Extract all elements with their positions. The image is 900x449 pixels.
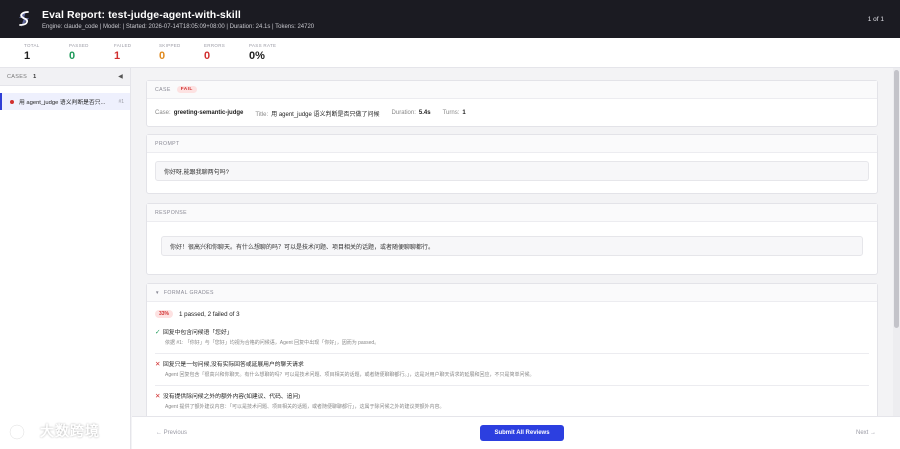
case-meta: Case: greeting-semantic-judge Title: 用 age… — [147, 99, 877, 127]
grade-title: 回复只是一句问候,没有实际回答或延展用户的聊天请求 — [163, 362, 304, 368]
stat-label: ERRORS — [204, 43, 226, 48]
grade-title: 回复中包含问候语「您好」 — [163, 330, 233, 336]
report-title: Eval Report: test-judge-agent-with-skill — [42, 8, 241, 21]
case-title-value: 用 agent_judge 语义判断是否只做了问候 — [271, 111, 380, 118]
grade-divider — [155, 353, 869, 354]
stat-value: 0% — [249, 50, 265, 62]
formal-grades-header[interactable]: ▼ FORMAL GRADES — [147, 284, 877, 302]
cross-icon: ✕ — [155, 360, 161, 368]
previous-button[interactable]: ← Previous — [156, 430, 187, 436]
case-turns: Turns: 1 — [443, 110, 466, 116]
vertical-scrollbar[interactable] — [893, 68, 900, 416]
stat-failed: FAILED 1 — [114, 38, 159, 67]
grade-detail: 依据 #1: 「你好」与「您好」均视为合格的问候语，Agent 回复中出现「你好… — [165, 340, 380, 346]
cases-sidebar: CASES 1 ◀ 用 agent_judge 语义判断是否只... #1 — [0, 68, 131, 449]
stat-passed: PASSED 0 — [69, 38, 114, 67]
stat-total: TOTAL 1 — [24, 38, 69, 67]
response-card-header: RESPONSE — [147, 204, 877, 222]
response-section-label: RESPONSE — [155, 209, 188, 216]
stat-label: SKIPPED — [159, 43, 181, 48]
stat-label: FAILED — [114, 43, 132, 48]
next-button[interactable]: Next → — [856, 430, 876, 436]
prompt-text: 你好呀,能跟我聊两句吗? — [155, 161, 869, 181]
case-turns-value: 1 — [462, 110, 466, 116]
stat-pass-rate: PASS RATE 0% — [249, 38, 294, 67]
case-duration: Duration: 5.4s — [392, 110, 431, 116]
stat-value: 1 — [114, 50, 121, 62]
case-id: Case: greeting-semantic-judge — [155, 110, 243, 116]
stat-label: PASS RATE — [249, 43, 277, 48]
case-turns-label: Turns: — [442, 110, 460, 116]
grade-title: 没有提供除问候之外的额外内容(如建议、代码、追问) — [163, 394, 301, 400]
sidebar-case-item[interactable]: 用 agent_judge 语义判断是否只... #1 — [0, 93, 130, 110]
prompt-section-label: PROMPT — [155, 140, 180, 147]
stat-value: 0 — [69, 50, 76, 62]
grade-item: ✓ 回复中包含问候语「您好」 依据 #1: 「你好」与「您好」均视为合格的问候语… — [147, 327, 877, 354]
prompt-card: PROMPT 你好呀,能跟我聊两句吗? — [146, 134, 878, 194]
grade-item: ✕ 没有提供除问候之外的额外内容(如建议、代码、追问) Agent 提供了额外建… — [147, 391, 877, 411]
grade-divider — [155, 385, 869, 386]
cases-label: CASES — [7, 73, 28, 80]
grade-detail: Agent 回复包含「很高兴和你聊天。有什么想聊的吗？可以是技术问题、项目相关的… — [165, 372, 535, 378]
submit-all-reviews-button[interactable]: Submit All Reviews — [480, 425, 564, 441]
response-card: RESPONSE 你好！很高兴和你聊天。有什么想聊的吗？可以是技术问题、项目相关… — [146, 203, 878, 275]
report-meta: Engine: claude_code | Model: | Started: … — [42, 23, 315, 30]
bolt-s-logo-icon — [19, 11, 29, 27]
stat-label: TOTAL — [24, 43, 40, 48]
case-title: Title: 用 agent_judge 语义判断是否只做了问候 — [255, 109, 379, 118]
pass-percent-badge: 33% — [155, 310, 174, 318]
scrollbar-thumb[interactable] — [894, 70, 899, 328]
collapse-sidebar-icon[interactable]: ◀ — [118, 73, 123, 80]
stat-value: 0 — [204, 50, 211, 62]
case-id-value: greeting-semantic-judge — [173, 110, 244, 116]
grade-detail: Agent 提供了额外建议内容：「可以是技术问题、项目相关的话题，或者随便聊聊都… — [165, 404, 445, 410]
response-text: 你好！很高兴和你聊天。有什么想聊的吗？可以是技术问题、项目相关的话题，或者随便聊… — [161, 236, 863, 256]
watermark: 大数跨境 — [8, 420, 100, 442]
grades-summary-text: 1 passed, 2 failed of 3 — [179, 310, 240, 318]
stat-errors: ERRORS 0 — [204, 38, 249, 67]
case-duration-label: Duration: — [391, 110, 416, 116]
watermark-text: 大数跨境 — [40, 423, 100, 439]
case-card-header: CASE FAIL — [147, 81, 877, 99]
case-item-number: #1 — [118, 98, 124, 105]
prompt-card-header: PROMPT — [147, 135, 877, 153]
formal-grades-label: FORMAL GRADES — [163, 289, 214, 296]
main-content[interactable]: CASE FAIL Case: greeting-semantic-judge T… — [132, 68, 892, 416]
watermark-logo-icon — [8, 423, 36, 441]
collapse-toggle-icon[interactable]: ▼ — [155, 290, 160, 295]
stat-value: 1 — [24, 50, 31, 62]
cases-count: 1 — [33, 73, 37, 80]
stat-value: 0 — [159, 50, 166, 62]
case-duration-value: 5.4s — [418, 110, 431, 116]
page-counter: 1 of 1 — [867, 15, 884, 23]
footer-nav: ← Previous Submit All Reviews Next → — [132, 416, 900, 449]
stat-label: PASSED — [69, 43, 89, 48]
case-id-label: Case: — [155, 110, 171, 116]
grades-summary: 33% 1 passed, 2 failed of 3 — [147, 302, 877, 318]
cross-icon: ✕ — [155, 392, 161, 400]
stat-skipped: SKIPPED 0 — [159, 38, 204, 67]
fail-status-badge: FAIL — [176, 86, 197, 93]
grade-item: ✕ 回复只是一句问候,没有实际回答或延展用户的聊天请求 Agent 回复包含「很… — [147, 359, 877, 386]
fail-status-dot-icon — [10, 99, 14, 104]
formal-grades-card: ▼ FORMAL GRADES 33% 1 passed, 2 failed o… — [146, 283, 878, 416]
case-card: CASE FAIL Case: greeting-semantic-judge T… — [146, 80, 878, 127]
case-section-label: CASE — [155, 86, 171, 93]
app-header: Eval Report: test-judge-agent-with-skill… — [0, 0, 900, 38]
check-icon: ✓ — [155, 328, 161, 336]
summary-bar: TOTAL 1 PASSED 0 FAILED 1 SKIPPED 0 ERRO… — [0, 38, 900, 68]
cases-header: CASES 1 ◀ — [0, 68, 130, 86]
case-title-label: Title: — [255, 111, 269, 118]
case-item-title: 用 agent_judge 语义判断是否只... — [19, 100, 106, 106]
